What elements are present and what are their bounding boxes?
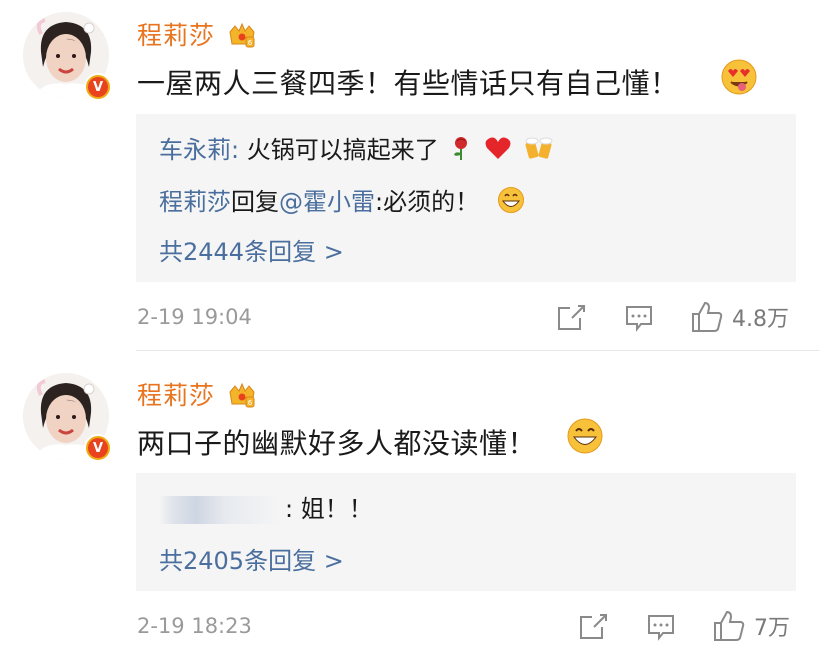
- comment-text: 两口子的幽默好多人都没读懂！: [137, 427, 537, 460]
- reply-item[interactable]: 车永莉: 火锅可以搞起来了: [159, 130, 554, 168]
- share-button[interactable]: [556, 302, 586, 332]
- comment-text: 一屋两人三餐四季！有些情话只有自己懂！: [137, 67, 679, 100]
- comment-item: V 程莉莎 6 两口子的幽默好多人都没读懂！ : 姐！！ 共2405条回复 > …: [0, 352, 819, 663]
- vip-crown-icon: 6: [227, 380, 257, 410]
- heart-eyes-tongue-emoji-icon: [720, 58, 758, 100]
- more-replies-link[interactable]: 共2405条回复 >: [159, 541, 344, 576]
- rose-emoji-icon: [450, 135, 472, 167]
- svg-text:6: 6: [248, 39, 253, 47]
- verified-badge-icon: V: [84, 434, 112, 462]
- share-button[interactable]: [578, 611, 608, 641]
- thumbs-up-icon: [714, 610, 745, 641]
- avatar[interactable]: V: [23, 373, 112, 462]
- comment-button[interactable]: [646, 612, 676, 642]
- divider: [136, 350, 819, 351]
- reply-box: 车永莉: 火锅可以搞起来了 程莉莎回复@霍小雷:必须的！ 共2444条回复 >: [136, 114, 796, 282]
- reply-text: :必须的！: [375, 188, 480, 216]
- comment-item: V 程莉莎 6 一屋两人三餐四季！有些情话只有自己懂！ 车永莉: 火锅可以搞起来…: [0, 0, 819, 350]
- reply-author[interactable]: 程莉莎: [159, 188, 231, 216]
- like-button[interactable]: 7万: [712, 609, 790, 643]
- share-icon: [580, 614, 607, 639]
- like-count: 7万: [754, 616, 790, 641]
- reply-item[interactable]: 程莉莎回复@霍小雷:必须的！: [159, 182, 525, 220]
- vip-crown-icon: 6: [227, 20, 257, 50]
- verified-badge-icon: V: [84, 73, 112, 101]
- like-button[interactable]: 4.8万: [690, 300, 789, 334]
- heart-emoji-icon: [484, 135, 512, 167]
- comment-time: 2-19 18:23: [137, 614, 252, 638]
- blurred-author[interactable]: [159, 496, 281, 524]
- comment-icon: [626, 306, 652, 332]
- reply-mention[interactable]: @霍小雷: [279, 188, 375, 216]
- share-icon: [558, 305, 585, 330]
- username[interactable]: 程莉莎: [137, 376, 215, 412]
- reply-box: : 姐！！ 共2405条回复 >: [136, 473, 796, 591]
- grin-emoji-icon: [497, 186, 525, 220]
- more-replies-link[interactable]: 共2444条回复 >: [159, 232, 344, 267]
- reply-text: 火锅可以搞起来了: [246, 136, 439, 164]
- comment-button[interactable]: [624, 303, 654, 333]
- grin-emoji-icon: [566, 417, 604, 459]
- reply-author[interactable]: 车永莉: [159, 136, 231, 164]
- beer-cheers-emoji-icon: [524, 134, 554, 168]
- reply-verb: 回复: [231, 188, 279, 216]
- thumbs-up-icon: [692, 301, 723, 332]
- reply-separator: :: [231, 136, 247, 164]
- like-count: 4.8万: [732, 307, 789, 332]
- svg-text:6: 6: [248, 399, 253, 407]
- reply-item[interactable]: : 姐！！: [159, 489, 373, 524]
- comment-time: 2-19 19:04: [137, 305, 252, 329]
- username[interactable]: 程莉莎: [137, 16, 215, 52]
- reply-text: : 姐！！: [285, 495, 373, 523]
- avatar[interactable]: V: [23, 12, 112, 101]
- comment-icon: [648, 615, 674, 641]
